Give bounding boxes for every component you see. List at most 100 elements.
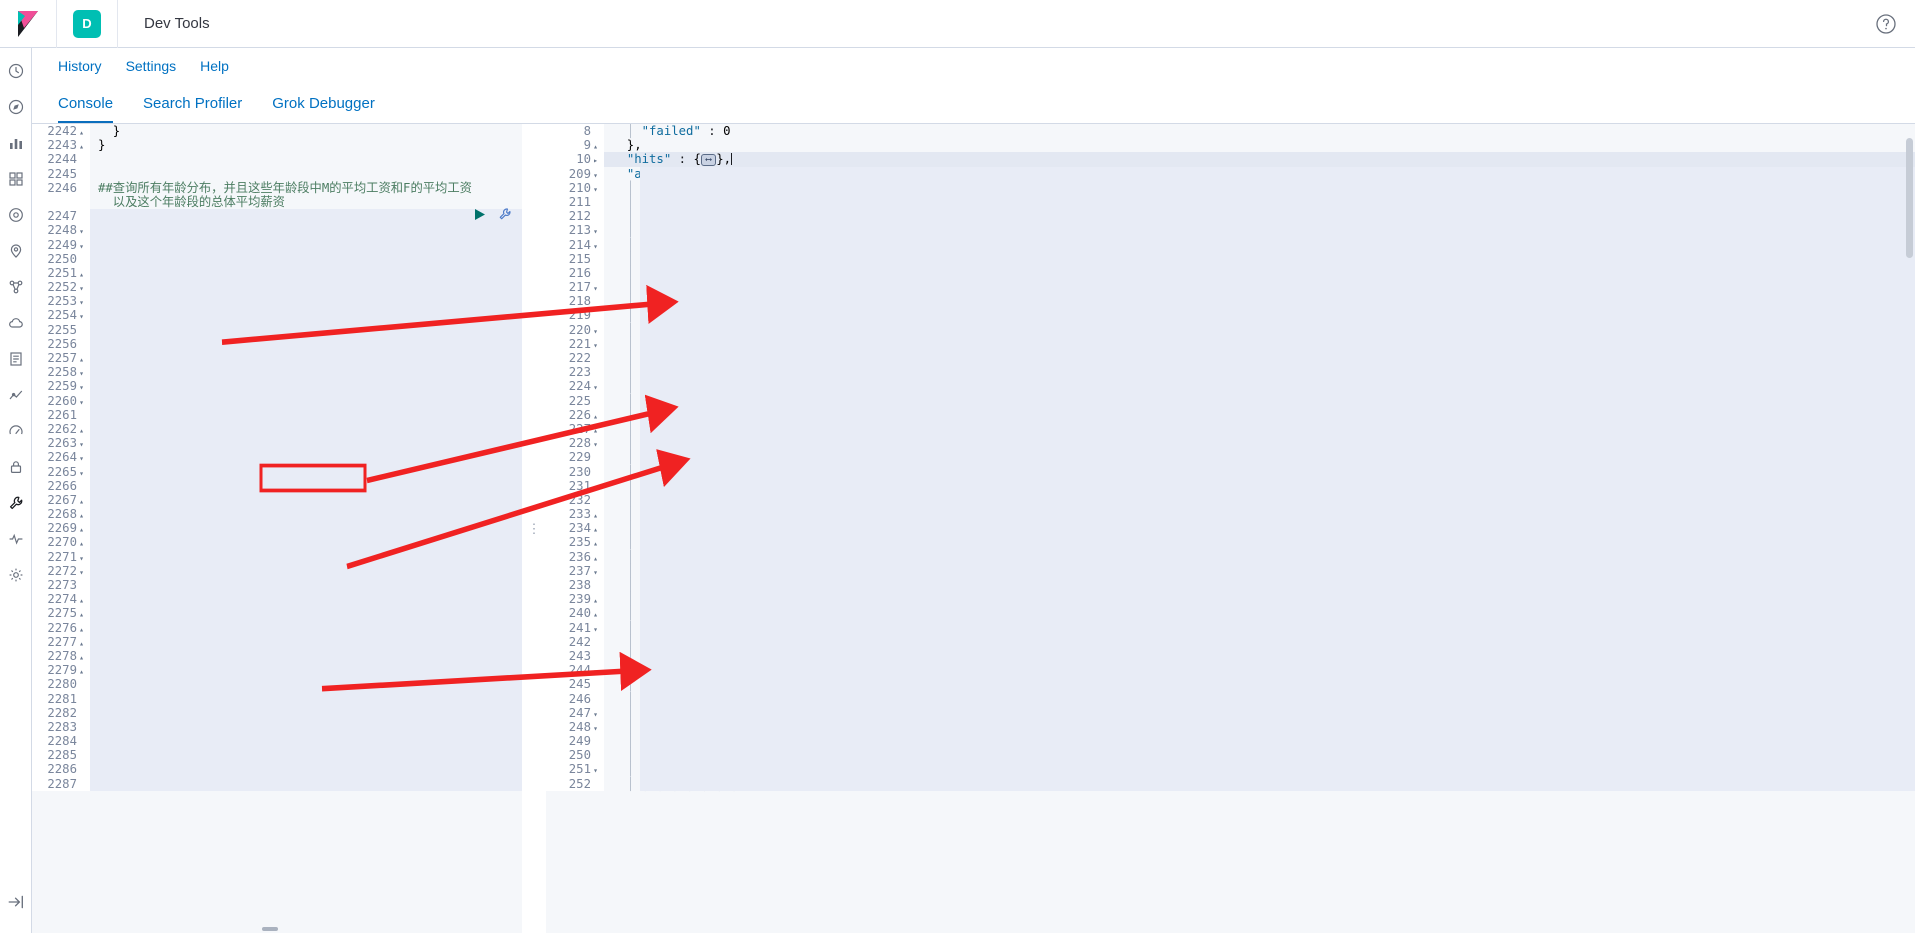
request-code-line[interactable]: 2279▴}: [32, 663, 522, 677]
response-code-line[interactable]: 219 │ │ │ │ │ "sum_other_doc_count" : 0,: [546, 308, 1915, 322]
request-code-line[interactable]: 2270▴ │ │ │ },: [32, 535, 522, 549]
response-code-line[interactable]: 216 │ │ │ │ "doc_count" : 61,: [546, 266, 1915, 280]
request-code-line[interactable]: 2257▴ │ │ },: [32, 351, 522, 365]
request-code-line[interactable]: 2247GET /bank/_search: [32, 209, 522, 223]
machine-learning-nodes-icon[interactable]: [7, 278, 25, 296]
request-code-line[interactable]: 2261 │ │ │ │ │ "field": "gender.keyword": [32, 408, 522, 422]
request-code-line[interactable]: 2274▴ │ │ │ │ }: [32, 592, 522, 606]
request-code-line[interactable]: 2251▴ },: [32, 266, 522, 280]
request-code-line[interactable]: 2275▴ │ │ │ }: [32, 606, 522, 620]
request-code-line[interactable]: 2269▴ │ │ │ │ }: [32, 521, 522, 535]
response-code-line[interactable]: 212 │ │ "sum_other_doc_count" : 0,: [546, 209, 1915, 223]
app-badge[interactable]: D: [73, 10, 101, 38]
response-code-line[interactable]: 244▾ │ │ │ │ "genderAgg" : {: [546, 663, 1915, 677]
response-code-line[interactable]: 223 │ │ │ │ │ │ │ "doc_count" : 35,: [546, 365, 1915, 379]
maps-marker-icon[interactable]: [7, 242, 25, 260]
request-code-line[interactable]: 2286: [32, 762, 522, 776]
request-code-line[interactable]: 2250 │ "match_all": {}: [32, 252, 522, 266]
request-code-line[interactable]: 2285: [32, 748, 522, 762]
request-editor-code[interactable]: 2242▴ }2243▴}224422452246##查询所有年龄分布，并且这些…: [32, 124, 522, 791]
response-code-line[interactable]: 220▾ │ │ │ │ │ "buckets" : [: [546, 323, 1915, 337]
request-code-line[interactable]: 2258▾ │ │ "aggs": {: [32, 365, 522, 379]
editor-split-handle[interactable]: ⋮: [522, 124, 546, 933]
request-horizontal-scrollbar[interactable]: [262, 927, 278, 931]
response-code-line[interactable]: 210▾ │ "avgAgg" : {: [546, 181, 1915, 195]
collapsed-fold-widget[interactable]: ⟷: [701, 154, 716, 166]
request-code-line[interactable]: 2252▾ "aggs": {: [32, 280, 522, 294]
response-code-line[interactable]: 209▾ "aggregations" : {: [546, 167, 1915, 181]
request-code-line[interactable]: 2260▾ │ │ │ │ "terms": {: [32, 394, 522, 408]
recently-viewed-clock-icon[interactable]: [7, 62, 25, 80]
response-code-line[interactable]: 243 │ │ │ │ "doc_count" : 60,: [546, 649, 1915, 663]
request-code-line[interactable]: 2284: [32, 734, 522, 748]
request-code-line[interactable]: 2253▾ │ "avgAgg": {: [32, 294, 522, 308]
response-code-line[interactable]: 229 │ │ │ │ │ │ │ "key" : "F",: [546, 450, 1915, 464]
response-code-line[interactable]: 249 │ │ │ │ │ │ │ "key" : "F",: [546, 734, 1915, 748]
request-code-line[interactable]: 2263▾ │ │ │ │ "aggs": {: [32, 436, 522, 450]
request-code-line[interactable]: 2267▴ │ │ │ │ │ │ }: [32, 493, 522, 507]
menu-help[interactable]: Help: [200, 58, 229, 74]
response-code-line[interactable]: 214▾ │ │ │ {: [546, 238, 1915, 252]
response-code-line[interactable]: 217▾ │ │ │ │ "genderAgg" : {: [546, 280, 1915, 294]
menu-settings[interactable]: Settings: [126, 58, 177, 74]
response-code-line[interactable]: 222 │ │ │ │ │ │ │ "key" : "M",: [546, 351, 1915, 365]
response-code-line[interactable]: 215 │ │ │ │ "key" : 31,: [546, 252, 1915, 266]
request-code-line[interactable]: 2262▴ │ │ │ │ },: [32, 422, 522, 436]
request-code-line[interactable]: 2283: [32, 720, 522, 734]
response-code-line[interactable]: 240▴ │ │ │ },: [546, 606, 1915, 620]
dev-tools-wrench-icon[interactable]: [7, 494, 25, 512]
request-code-line[interactable]: 2246##查询所有年龄分布，并且这些年龄段中M的平均工资和F的平均工资: [32, 181, 522, 195]
response-code-line[interactable]: 218 │ │ │ │ │ "doc_count_error_upper_bou…: [546, 294, 1915, 308]
request-code-line[interactable]: 2282: [32, 706, 522, 720]
request-code-line[interactable]: 2268▴ │ │ │ │ │ }: [32, 507, 522, 521]
request-code-line[interactable]: 2273 │ │ │ │ │ "field": "balance": [32, 578, 522, 592]
response-editor-code[interactable]: 8 │ "failed" : 09▴ },10▸ "hits" : {⟷},20…: [546, 124, 1915, 791]
request-code-line[interactable]: 2254▾ │ │ "terms": {: [32, 308, 522, 322]
logs-document-icon[interactable]: [7, 350, 25, 368]
response-code-line[interactable]: 235▴ │ │ │ │ │ ]: [546, 535, 1915, 549]
response-code-line[interactable]: 8 │ "failed" : 0: [546, 124, 1915, 138]
response-code-line[interactable]: 251▾ │ │ │ │ │ │ │ "balanceAvg" : {: [546, 762, 1915, 776]
response-code-line[interactable]: 225 │ │ │ │ │ │ │ │ "value" : 29565.6285…: [546, 394, 1915, 408]
response-code-line[interactable]: 224▾ │ │ │ │ │ │ │ "balanceAvg" : {: [546, 379, 1915, 393]
request-code-line[interactable]: 2281: [32, 692, 522, 706]
monitoring-heartbeat-icon[interactable]: [7, 530, 25, 548]
uptime-gauge-icon[interactable]: [7, 422, 25, 440]
response-code-line[interactable]: 227▴ │ │ │ │ │ │ },: [546, 422, 1915, 436]
response-code-line[interactable]: 228▾ │ │ │ │ │ │ {: [546, 436, 1915, 450]
request-code-line[interactable]: 2248▾{: [32, 223, 522, 237]
response-code-line[interactable]: 238 │ │ │ │ │ "value" : 28312.9180327868…: [546, 578, 1915, 592]
response-code-line[interactable]: 242 │ │ │ │ "key" : 39,: [546, 635, 1915, 649]
response-code-line[interactable]: 234▴ │ │ │ │ │ │ }: [546, 521, 1915, 535]
response-code-line[interactable]: 233▴ │ │ │ │ │ │ │ }: [546, 507, 1915, 521]
request-code-line[interactable]: 2256 │ │ │ "size": 100: [32, 337, 522, 351]
request-code-line[interactable]: 2280: [32, 677, 522, 691]
request-code-line[interactable]: 2243▴}: [32, 138, 522, 152]
response-code-line[interactable]: 248▾ │ │ │ │ │ │ {: [546, 720, 1915, 734]
response-code-line[interactable]: 237▾ │ │ │ │ "ageBalanceAvg" : {: [546, 564, 1915, 578]
tab-grok-debugger[interactable]: Grok Debugger: [272, 95, 375, 123]
response-code-line[interactable]: 231▾ │ │ │ │ │ │ │ "balanceAvg" : {: [546, 479, 1915, 493]
request-code-line[interactable]: 2245: [32, 167, 522, 181]
siem-lock-icon[interactable]: [7, 458, 25, 476]
dashboard-grid-icon[interactable]: [7, 170, 25, 188]
canvas-presentation-icon[interactable]: [7, 206, 25, 224]
request-code-line[interactable]: 2242▴ }: [32, 124, 522, 138]
menu-history[interactable]: History: [58, 58, 102, 74]
request-code-line[interactable]: 2244: [32, 152, 522, 166]
visualize-bar-chart-icon[interactable]: [7, 134, 25, 152]
request-code-line[interactable]: 2266 │ │ │ │ │ │ │ "field": "balance": [32, 479, 522, 493]
request-code-line[interactable]: 2277▴ │ }: [32, 635, 522, 649]
response-code-line[interactable]: 250 │ │ │ │ │ │ │ "doc_count" : 38,: [546, 748, 1915, 762]
response-code-line[interactable]: 230 │ │ │ │ │ │ │ "doc_count" : 26,: [546, 465, 1915, 479]
request-code-line[interactable]: 2278▴ }: [32, 649, 522, 663]
response-code-line[interactable]: 213▾ │ │ "buckets" : [: [546, 223, 1915, 237]
apm-analytics-icon[interactable]: [7, 386, 25, 404]
response-code-line[interactable]: 221▾ │ │ │ │ │ │ {: [546, 337, 1915, 351]
tab-console[interactable]: Console: [58, 95, 113, 123]
request-code-line[interactable]: 2265▾ │ │ │ │ │ │ "avg": {: [32, 465, 522, 479]
management-gear-icon[interactable]: [7, 566, 25, 584]
request-options-wrench-icon[interactable]: [498, 207, 512, 224]
response-code-line[interactable]: 9▴ },: [546, 138, 1915, 152]
response-code-line[interactable]: 236▴ │ │ │ │ },: [546, 550, 1915, 564]
